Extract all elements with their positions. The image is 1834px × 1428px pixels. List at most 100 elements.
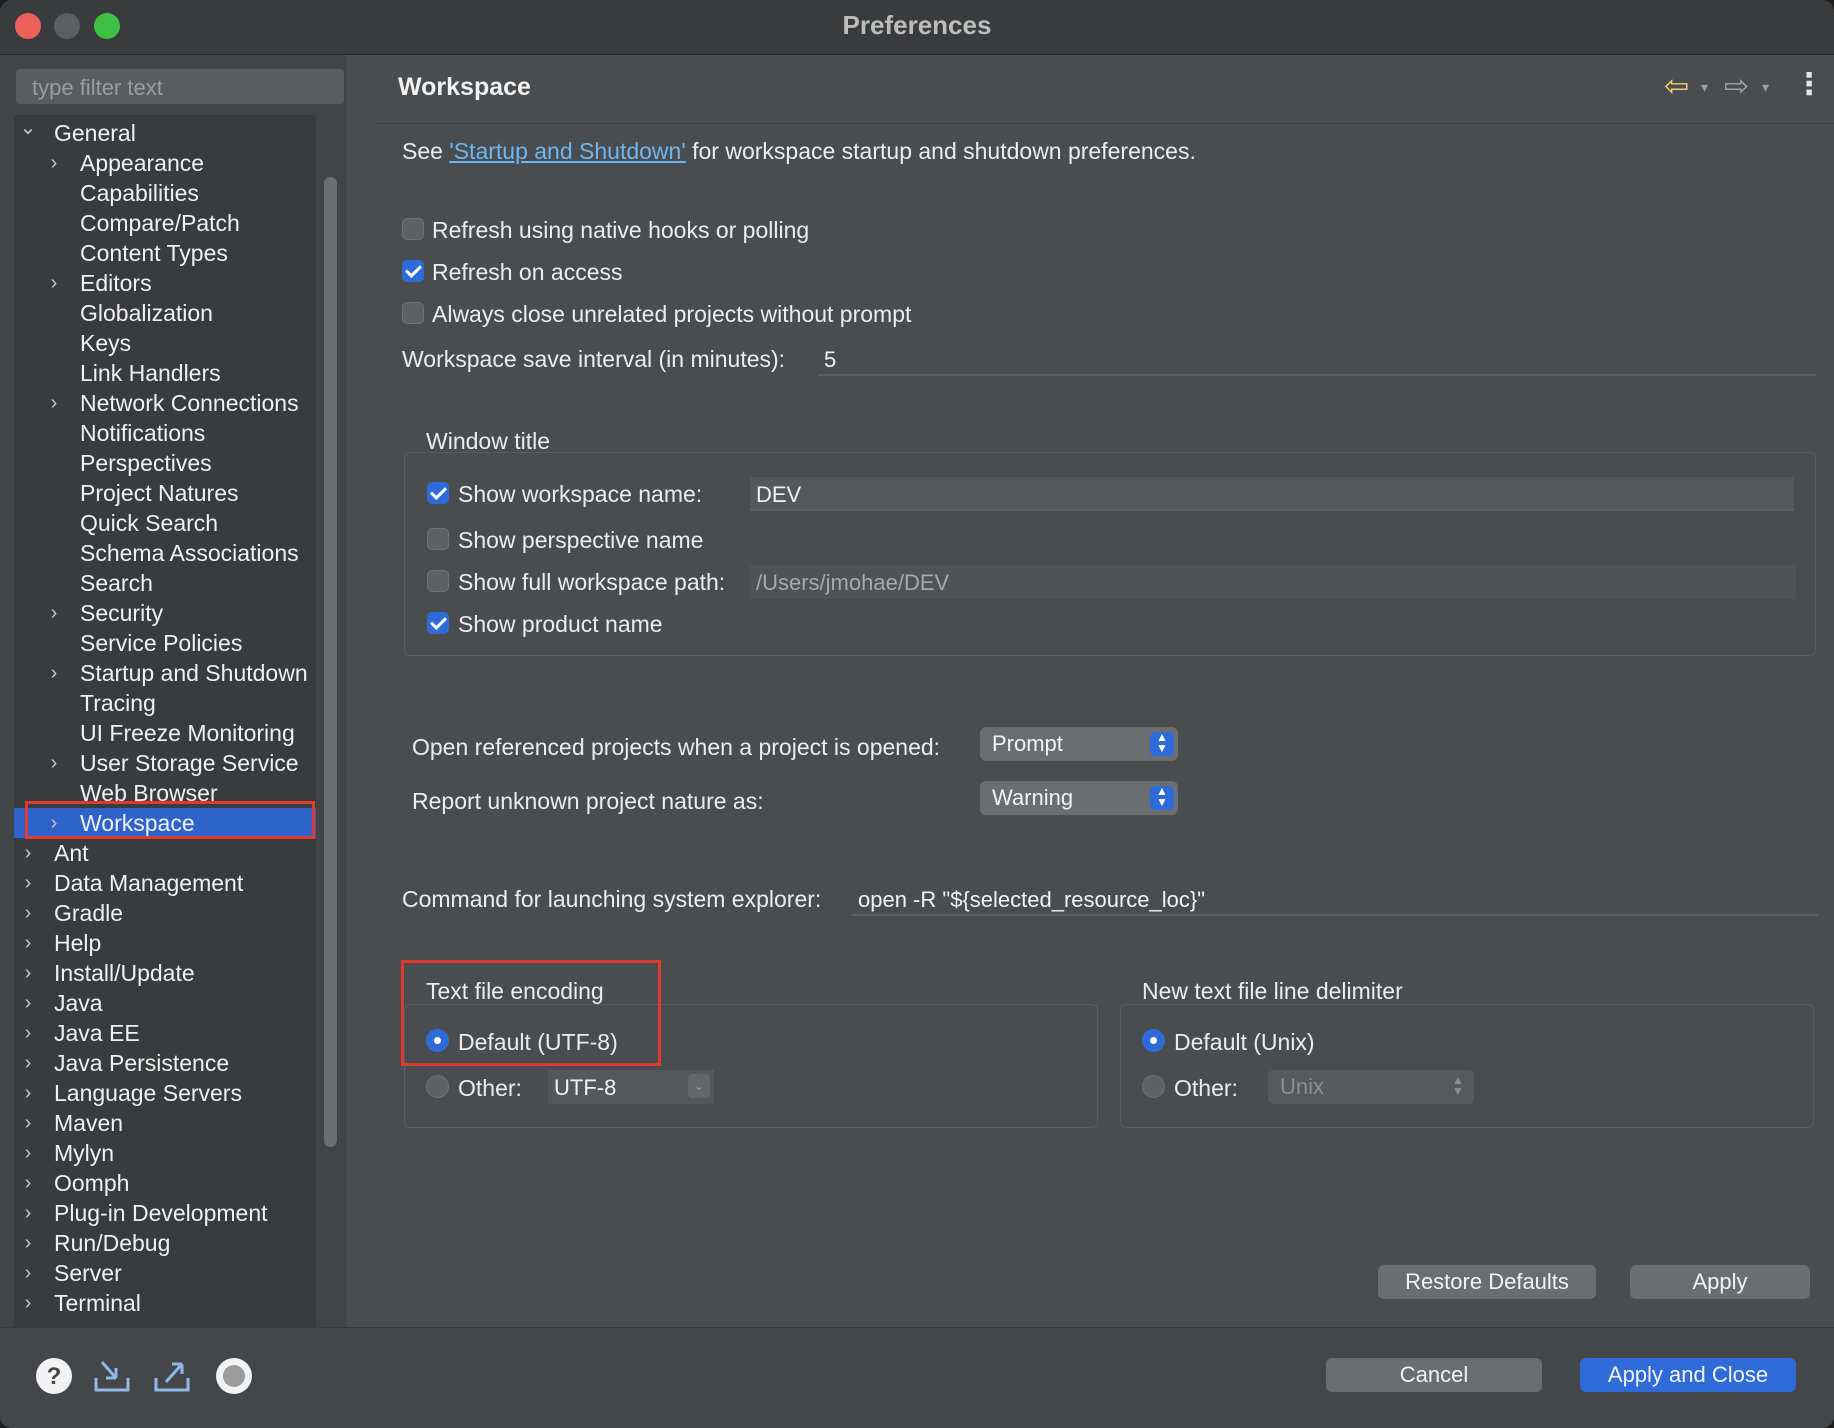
export-icon[interactable] — [152, 1356, 192, 1396]
tree-item[interactable]: › Java EE — [14, 1018, 316, 1048]
tree-item[interactable]: › Java Persistence — [14, 1048, 316, 1078]
tree-item-label: Install/Update — [54, 960, 195, 986]
startup-shutdown-link[interactable]: 'Startup and Shutdown' — [449, 138, 685, 164]
tree-item[interactable]: Search — [14, 568, 316, 598]
tree-item[interactable]: › Language Servers — [14, 1078, 316, 1108]
chevron-right-icon[interactable]: › — [18, 1048, 38, 1078]
tree-item[interactable]: Keys — [14, 328, 316, 358]
tree-item[interactable]: Service Policies — [14, 628, 316, 658]
import-icon[interactable] — [92, 1356, 132, 1396]
chevron-right-icon[interactable]: › — [18, 1288, 38, 1318]
chevron-right-icon[interactable]: › — [18, 898, 38, 928]
system-explorer-field[interactable]: open -R "${selected_resource_loc}" — [852, 882, 1818, 916]
tree-item[interactable]: › Terminal — [14, 1288, 316, 1318]
tree-item[interactable]: › Network Connections — [14, 388, 316, 418]
tree-item[interactable]: Compare/Patch — [14, 208, 316, 238]
tree-item[interactable]: › Gradle — [14, 898, 316, 928]
encoding-other-combo[interactable]: UTF-8 ⌄ — [548, 1070, 714, 1104]
chevron-right-icon[interactable]: › — [18, 868, 38, 898]
filter-input[interactable]: type filter text — [16, 69, 344, 104]
tree-item[interactable]: › Appearance — [14, 148, 316, 178]
chevron-right-icon[interactable]: › — [44, 148, 64, 178]
panel-divider[interactable] — [346, 55, 374, 1327]
workspace-name-field[interactable]: DEV — [750, 477, 1794, 511]
tree-item[interactable]: › Security — [14, 598, 316, 628]
chevron-right-icon[interactable]: › — [18, 1228, 38, 1258]
open-referenced-select[interactable]: Prompt ▲ ▼ — [980, 727, 1178, 761]
report-unknown-select[interactable]: Warning ▲ ▼ — [980, 781, 1178, 815]
back-history-dropdown-icon[interactable]: ▾ — [1701, 79, 1708, 96]
save-interval-field[interactable]: 5 — [818, 342, 1816, 376]
tree-item[interactable]: Capabilities — [14, 178, 316, 208]
close-unrelated-checkbox[interactable] — [402, 302, 424, 324]
chevron-right-icon[interactable]: › — [18, 928, 38, 958]
tree-item[interactable]: Schema Associations — [14, 538, 316, 568]
apply-and-close-button[interactable]: Apply and Close — [1580, 1358, 1796, 1392]
tree-item[interactable]: › Install/Update — [14, 958, 316, 988]
back-arrow-icon[interactable]: ⇦ — [1664, 69, 1689, 104]
intro-prefix: See — [402, 138, 450, 164]
tree-vertical-scrollbar[interactable] — [324, 177, 337, 1147]
tree-item[interactable]: › Editors — [14, 268, 316, 298]
chevron-down-icon[interactable]: ⌄ — [18, 115, 38, 143]
refresh-on-access-checkbox[interactable] — [402, 260, 424, 282]
restore-defaults-button[interactable]: Restore Defaults — [1378, 1265, 1596, 1299]
tree-item[interactable]: › Startup and Shutdown — [14, 658, 316, 688]
tree-item[interactable]: › Maven — [14, 1108, 316, 1138]
refresh-native-label: Refresh using native hooks or polling — [432, 217, 810, 243]
chevron-right-icon[interactable]: › — [44, 598, 64, 628]
show-workspace-name-checkbox[interactable] — [427, 482, 449, 504]
chevron-right-icon[interactable]: › — [44, 658, 64, 688]
tree-item[interactable]: UI Freeze Monitoring — [14, 718, 316, 748]
tree-item[interactable]: Project Natures — [14, 478, 316, 508]
tree-item[interactable]: › Run/Debug — [14, 1228, 316, 1258]
chevron-right-icon[interactable]: › — [18, 1138, 38, 1168]
tree-item[interactable]: › Oomph — [14, 1168, 316, 1198]
chevron-right-icon[interactable]: › — [18, 1168, 38, 1198]
chevron-right-icon[interactable]: › — [18, 988, 38, 1018]
tree-item[interactable]: Link Handlers — [14, 358, 316, 388]
chevron-right-icon[interactable]: › — [44, 748, 64, 778]
tree-item[interactable]: › Data Management — [14, 868, 316, 898]
tree-item[interactable]: Notifications — [14, 418, 316, 448]
encoding-other-radio[interactable] — [426, 1075, 449, 1098]
tree-item[interactable]: › Server — [14, 1258, 316, 1288]
chevron-right-icon[interactable]: › — [44, 388, 64, 418]
tree-item[interactable]: › User Storage Service — [14, 748, 316, 778]
tree-item[interactable]: Perspectives — [14, 448, 316, 478]
tree-item[interactable]: Globalization — [14, 298, 316, 328]
forward-history-dropdown-icon[interactable]: ▾ — [1762, 79, 1769, 96]
chevron-right-icon[interactable]: › — [18, 1018, 38, 1048]
show-perspective-name-checkbox[interactable] — [427, 528, 449, 550]
show-product-name-checkbox[interactable] — [427, 612, 449, 634]
delimiter-other-radio[interactable] — [1142, 1075, 1165, 1098]
forward-arrow-icon[interactable]: ⇨ — [1724, 69, 1749, 104]
tree-item[interactable]: Content Types — [14, 238, 316, 268]
show-workspace-name-label: Show workspace name: — [458, 481, 703, 507]
record-icon[interactable] — [214, 1356, 254, 1396]
chevron-right-icon[interactable]: › — [18, 1198, 38, 1228]
delimiter-default-radio[interactable] — [1142, 1029, 1165, 1052]
chevron-right-icon[interactable]: › — [44, 268, 64, 298]
refresh-native-checkbox[interactable] — [402, 218, 424, 240]
tree-item[interactable]: › Help — [14, 928, 316, 958]
help-icon[interactable]: ? — [34, 1356, 74, 1396]
tree-item[interactable]: Tracing — [14, 688, 316, 718]
chevron-right-icon[interactable]: › — [18, 838, 38, 868]
tree-item[interactable]: Quick Search — [14, 508, 316, 538]
tree-item[interactable]: › Java — [14, 988, 316, 1018]
view-menu-icon[interactable]: ⋮ — [1794, 67, 1824, 102]
show-full-path-checkbox[interactable] — [427, 570, 449, 592]
tree-item[interactable]: › Mylyn — [14, 1138, 316, 1168]
encoding-other-value: UTF-8 — [554, 1075, 617, 1100]
chevron-right-icon[interactable]: › — [18, 958, 38, 988]
chevron-right-icon[interactable]: › — [18, 1258, 38, 1288]
cancel-button[interactable]: Cancel — [1326, 1358, 1542, 1392]
line-delimiter-group — [1120, 1004, 1814, 1128]
chevron-right-icon[interactable]: › — [18, 1108, 38, 1138]
tree-item[interactable]: › Ant — [14, 838, 316, 868]
tree-item[interactable]: ⌄ General — [14, 115, 316, 148]
chevron-right-icon[interactable]: › — [18, 1078, 38, 1108]
apply-button[interactable]: Apply — [1630, 1265, 1810, 1299]
tree-item[interactable]: › Plug-in Development — [14, 1198, 316, 1228]
